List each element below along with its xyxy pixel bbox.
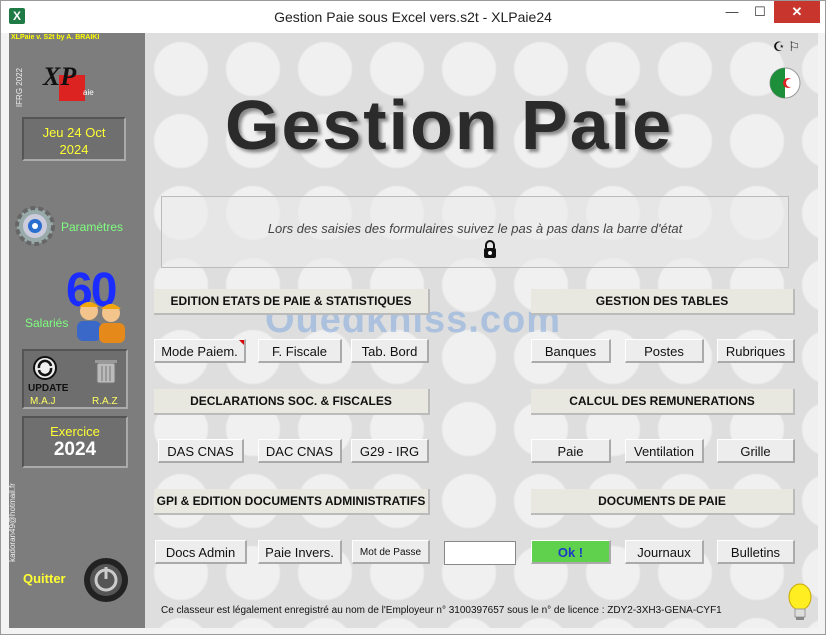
sidebar: XLPaie v. S2t by A. BRAIKI IFRG 2022 XP … <box>7 33 145 628</box>
paie-button[interactable]: Paie <box>531 439 611 463</box>
main-panel: ☪ ⚐ Gestion Paie Lors des saisies des fo… <box>145 33 818 628</box>
date-weekday: Jeu 24 Oct <box>42 125 106 140</box>
xlpaie-logo-icon: XP aie <box>42 62 94 101</box>
mode-paiem-button[interactable]: Mode Paiem. <box>154 339 246 363</box>
workers-icon[interactable] <box>71 295 131 343</box>
params-label[interactable]: Paramètres <box>61 220 123 234</box>
close-button[interactable]: ✕ <box>774 1 820 23</box>
exercice-display: Exercice 2024 <box>22 416 128 468</box>
section-declarations: DECLARATIONS SOC. & FISCALES <box>154 389 430 415</box>
svg-text:XP: XP <box>42 62 77 91</box>
update-icon[interactable] <box>32 355 58 381</box>
f-fiscale-button[interactable]: F. Fiscale <box>258 339 342 363</box>
maintenance-panel: UPDATE M.A.J R.A.Z <box>22 349 128 409</box>
settings-gear-icon[interactable] <box>14 205 56 247</box>
banques-button[interactable]: Banques <box>531 339 611 363</box>
section-calcul-remunerations: CALCUL DES REMUNERATIONS <box>531 389 795 415</box>
status-message-box: Lors des saisies des formulaires suivez … <box>161 196 789 268</box>
update-text[interactable]: UPDATE <box>28 383 68 394</box>
title-bar: X Gestion Paie sous Excel vers.s2t - XLP… <box>1 1 825 33</box>
g29-irg-button[interactable]: G29 - IRG <box>351 439 429 463</box>
bulletins-button[interactable]: Bulletins <box>717 540 795 564</box>
credits-text: XLPaie v. S2t by A. BRAIKI <box>11 34 100 41</box>
section-edition-etats: EDITION ETATS DE PAIE & STATISTIQUES <box>154 289 430 315</box>
exercice-label: Exercice <box>50 424 100 439</box>
maximize-button[interactable]: ☐ <box>746 1 774 23</box>
trash-icon[interactable] <box>94 357 118 385</box>
das-cnas-button[interactable]: DAS CNAS <box>158 439 244 463</box>
options-icons[interactable]: ☪ ⚐ <box>773 39 800 55</box>
docs-admin-button[interactable]: Docs Admin <box>155 540 247 564</box>
minimize-button[interactable]: — <box>718 1 746 23</box>
section-gpi-documents: GPI & EDITION DOCUMENTS ADMINISTRATIFS <box>154 489 430 515</box>
application-window: X Gestion Paie sous Excel vers.s2t - XLP… <box>0 0 826 635</box>
author-email: kadoran49@hotmail.fr <box>7 483 17 562</box>
journaux-button[interactable]: Journaux <box>625 540 704 564</box>
power-button-icon[interactable] <box>83 557 129 603</box>
grille-button[interactable]: Grille <box>717 439 795 463</box>
date-year: 2024 <box>59 142 89 157</box>
raz-label: R.A.Z <box>92 396 118 407</box>
dac-cnas-button[interactable]: DAC CNAS <box>258 439 342 463</box>
lightbulb-icon[interactable] <box>787 583 813 623</box>
postes-button[interactable]: Postes <box>625 339 704 363</box>
mot-de-passe-button[interactable]: Mot de Passe <box>352 540 430 564</box>
ifrg-label: IFRG 2022 <box>15 67 25 108</box>
algeria-flag-icon[interactable] <box>767 67 803 99</box>
maj-label: M.A.J <box>30 396 56 407</box>
mode-paiem-label: Mode Paiem. <box>161 344 238 359</box>
rubriques-button[interactable]: Rubriques <box>717 339 795 363</box>
ok-button[interactable]: Ok ! <box>531 540 611 564</box>
paie-invers-button[interactable]: Paie Invers. <box>258 540 342 564</box>
window-title: Gestion Paie sous Excel vers.s2t - XLPai… <box>274 9 552 25</box>
page-heading: Gestion Paie <box>225 86 674 164</box>
salaries-label[interactable]: Salariés <box>25 316 68 330</box>
exercice-year: 2024 <box>53 439 97 460</box>
lock-icon[interactable] <box>482 239 498 259</box>
ventilation-button[interactable]: Ventilation <box>625 439 704 463</box>
date-display: Jeu 24 Oct 2024 <box>22 117 126 161</box>
quit-label[interactable]: Quitter <box>23 571 66 586</box>
license-footer: Ce classeur est légalement enregistré au… <box>161 605 722 616</box>
section-documents-paie: DOCUMENTS DE PAIE <box>531 489 795 515</box>
password-input[interactable] <box>444 541 516 565</box>
comment-marker <box>239 340 244 345</box>
section-gestion-tables: GESTION DES TABLES <box>531 289 795 315</box>
status-text: Lors des saisies des formulaires suivez … <box>267 221 683 236</box>
tab-bord-button[interactable]: Tab. Bord <box>351 339 429 363</box>
svg-text:aie: aie <box>83 88 94 97</box>
